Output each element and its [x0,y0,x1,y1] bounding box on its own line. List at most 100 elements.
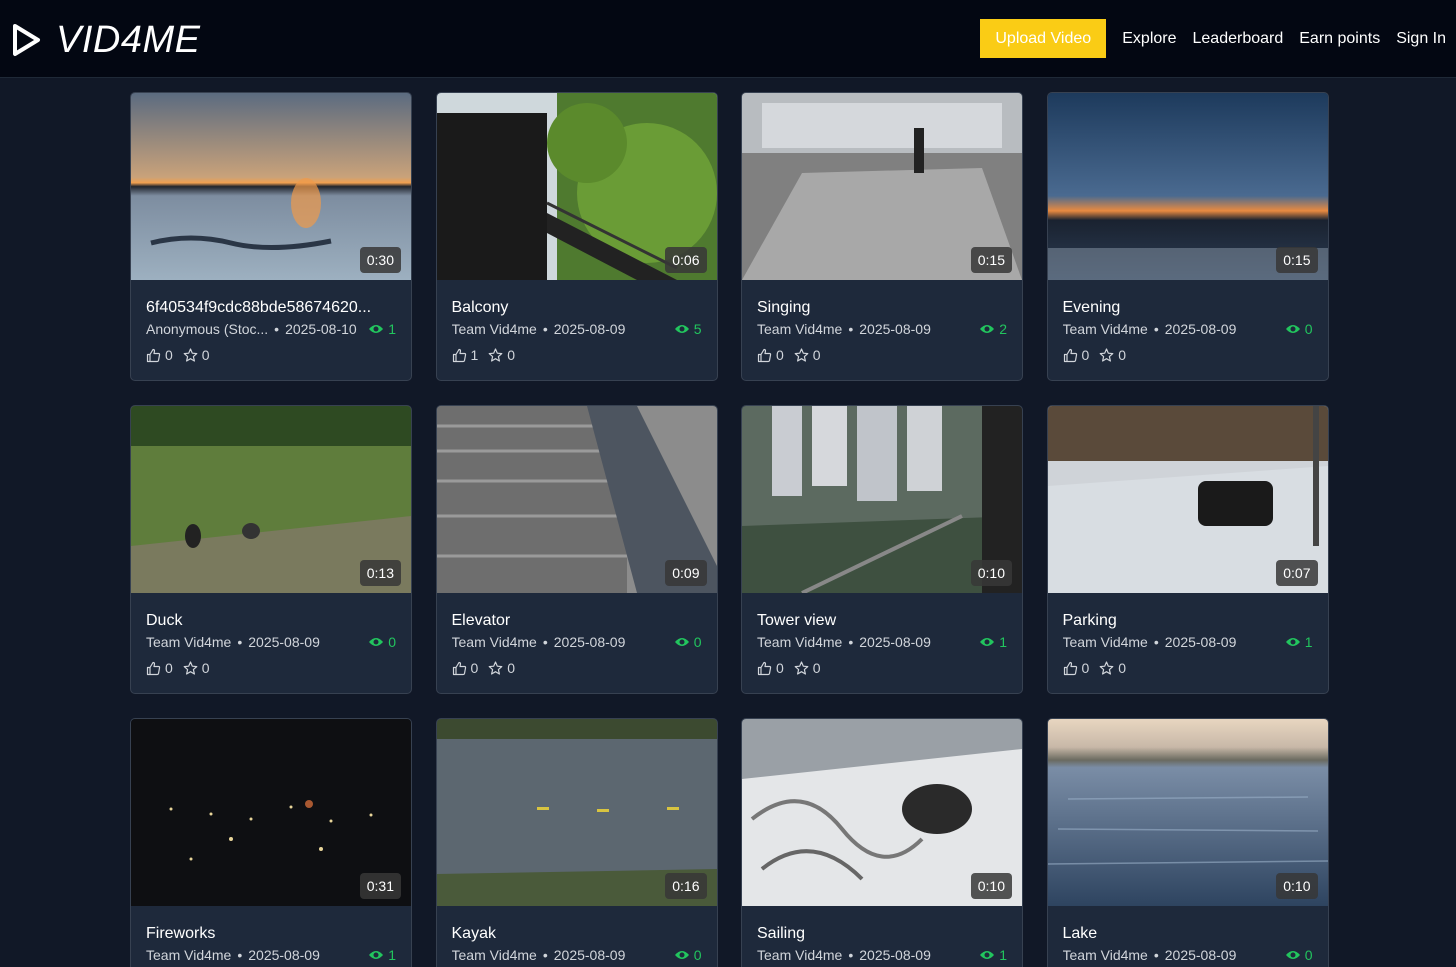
video-author[interactable]: Team Vid4me [146,633,231,651]
like-button[interactable]: 0 [757,660,784,676]
video-title[interactable]: 6f40534f9cdc88bde58674620... [146,298,396,318]
video-card[interactable]: 0:07 Parking Team Vid4me • 2025-08-09 1 … [1046,405,1329,694]
favorite-button[interactable]: 0 [1099,347,1126,363]
view-count: 0 [674,946,702,964]
video-card[interactable]: 0:10 Tower view Team Vid4me • 2025-08-09… [741,405,1023,694]
video-thumbnail[interactable]: 0:15 [1047,93,1328,280]
video-thumbnail[interactable]: 0:10 [742,406,1022,593]
video-title[interactable]: Evening [1063,298,1313,318]
video-title[interactable]: Singing [757,298,1007,318]
separator-dot: • [274,321,280,337]
video-thumbnail[interactable]: 0:31 [131,719,411,906]
video-date: 2025-08-09 [248,634,320,650]
thumbs-up-icon [146,348,161,362]
video-card[interactable]: 0:16 Kayak Team Vid4me • 2025-08-09 0 0 [435,718,718,967]
video-title[interactable]: Elevator [452,611,702,631]
video-card[interactable]: 0:30 6f40534f9cdc88bde58674620... Anonym… [130,92,412,381]
video-card[interactable]: 0:09 Elevator Team Vid4me • 2025-08-09 0… [435,405,718,694]
view-count-value: 0 [388,634,396,650]
video-card[interactable]: 0:15 Singing Team Vid4me • 2025-08-09 2 … [741,92,1023,381]
video-title[interactable]: Sailing [757,924,1007,944]
star-icon [183,660,198,675]
favorite-count: 0 [201,347,210,363]
video-author[interactable]: Anonymous (Stoc... [146,320,268,338]
nav-explore-link[interactable]: Explore [1122,30,1176,48]
favorite-button[interactable]: 0 [794,347,821,363]
logo[interactable]: VID4ME [10,20,200,60]
favorite-button[interactable]: 0 [183,660,210,676]
video-author[interactable]: Team Vid4me [1063,633,1148,651]
video-title[interactable]: Duck [146,611,396,631]
video-title[interactable]: Tower view [757,611,1007,631]
like-button[interactable]: 0 [757,347,784,363]
video-card[interactable]: 0:06 Balcony Team Vid4me • 2025-08-09 5 … [435,92,718,381]
video-thumbnail[interactable]: 0:06 [436,93,717,280]
video-duration: 0:30 [359,247,401,273]
favorite-button[interactable]: 0 [488,347,515,363]
nav-sign-in-link[interactable]: Sign In [1396,30,1446,48]
video-card[interactable]: 0:10 Lake Team Vid4me • 2025-08-09 0 0 [1046,718,1329,967]
video-thumbnail[interactable]: 0:16 [436,719,717,906]
eye-icon [980,638,995,646]
view-count-value: 0 [693,947,702,963]
video-card[interactable]: 0:13 Duck Team Vid4me • 2025-08-09 0 0 0 [130,405,412,694]
video-thumbnail[interactable]: 0:30 [131,93,411,280]
video-thumbnail[interactable]: 0:09 [436,406,717,593]
video-author[interactable]: Team Vid4me [757,320,842,338]
eye-icon [674,325,689,333]
video-date: 2025-08-09 [553,947,626,963]
like-button[interactable]: 0 [452,660,478,676]
video-author[interactable]: Team Vid4me [757,633,842,651]
video-thumbnail[interactable]: 0:13 [131,406,411,593]
video-author[interactable]: Team Vid4me [146,946,231,964]
like-button[interactable]: 0 [146,347,173,363]
favorite-button[interactable]: 0 [794,660,821,676]
video-author[interactable]: Team Vid4me [452,320,537,338]
video-author[interactable]: Team Vid4me [1063,320,1148,338]
favorite-count: 0 [507,660,516,676]
video-author[interactable]: Team Vid4me [452,946,537,964]
video-card[interactable]: 0:10 Sailing Team Vid4me • 2025-08-09 1 … [741,718,1023,967]
favorite-button[interactable]: 0 [183,347,210,363]
video-card[interactable]: 0:31 Fireworks Team Vid4me • 2025-08-09 … [130,718,412,967]
star-icon [794,347,809,362]
video-author[interactable]: Team Vid4me [757,946,842,964]
video-author[interactable]: Team Vid4me [452,633,537,651]
like-button[interactable]: 1 [452,347,478,363]
favorite-count: 0 [1118,347,1127,363]
video-title[interactable]: Lake [1063,924,1313,944]
video-thumbnail[interactable]: 0:10 [1047,719,1328,906]
video-thumbnail[interactable]: 0:07 [1047,406,1328,593]
separator-dot: • [542,321,548,337]
video-duration: 0:31 [359,873,401,899]
video-duration: 0:16 [665,873,707,899]
video-author[interactable]: Team Vid4me [1063,946,1148,964]
video-thumbnail[interactable]: 0:15 [742,93,1022,280]
view-count-value: 1 [999,634,1007,650]
video-duration: 0:09 [665,560,707,586]
like-button[interactable]: 0 [1063,660,1089,676]
favorite-count: 0 [812,660,821,676]
nav-earn-points-link[interactable]: Earn points [1299,30,1380,48]
video-grid: 0:30 6f40534f9cdc88bde58674620... Anonym… [130,92,1329,967]
video-duration: 0:07 [1276,560,1318,586]
star-icon [1099,660,1114,675]
eye-icon [980,951,995,959]
video-title[interactable]: Parking [1063,611,1313,631]
favorite-button[interactable]: 0 [1099,660,1126,676]
video-date: 2025-08-09 [1164,947,1237,963]
like-button[interactable]: 0 [146,660,173,676]
video-thumbnail[interactable]: 0:10 [742,719,1022,906]
upload-video-button[interactable]: Upload Video [980,19,1107,58]
separator-dot: • [237,947,243,963]
video-title[interactable]: Kayak [452,924,702,944]
nav-leaderboard-link[interactable]: Leaderboard [1193,30,1284,48]
star-icon [183,347,198,362]
like-button[interactable]: 0 [1063,347,1089,363]
video-card[interactable]: 0:15 Evening Team Vid4me • 2025-08-09 0 … [1046,92,1329,381]
favorite-button[interactable]: 0 [488,660,515,676]
eye-icon [369,951,384,959]
video-title[interactable]: Fireworks [146,924,396,944]
thumbs-up-icon [757,348,772,362]
video-title[interactable]: Balcony [452,298,702,318]
